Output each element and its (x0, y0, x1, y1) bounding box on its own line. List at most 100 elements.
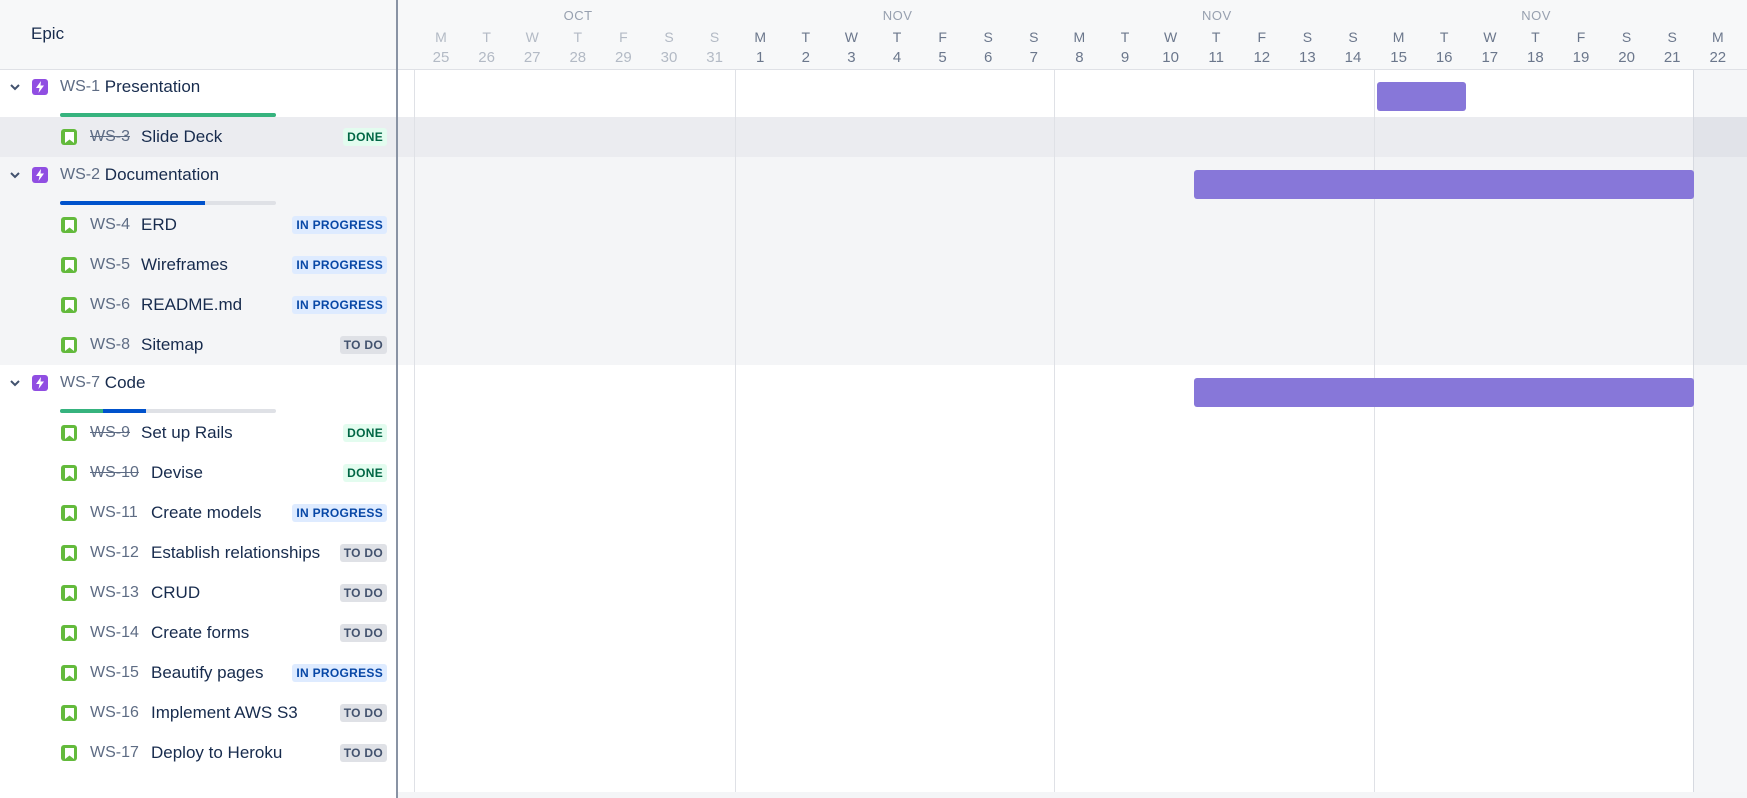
epic-lightning-icon (32, 167, 48, 183)
epic-row-ws-1[interactable]: WS-1 Presentation (0, 69, 396, 117)
issue-summary[interactable]: Beautify pages (151, 663, 263, 683)
story-bookmark-icon (61, 705, 77, 721)
epic-lightning-icon (32, 375, 48, 391)
issue-row-ws-15[interactable]: WS-15 Beautify pages IN PROGRESS (0, 653, 396, 693)
story-bookmark-icon (61, 545, 77, 561)
story-bookmark-icon (61, 257, 77, 273)
issue-row-ws-5[interactable]: WS-5 Wireframes IN PROGRESS (0, 245, 396, 285)
issue-key[interactable]: WS-6 (90, 296, 130, 314)
epic-key[interactable]: WS-1 (60, 78, 100, 96)
timeline-row-band (398, 573, 1747, 613)
day-number-label: 27 (523, 49, 541, 66)
issue-row-ws-14[interactable]: WS-14 Create forms TO DO (0, 613, 396, 653)
issue-summary[interactable]: README.md (141, 295, 242, 315)
day-of-week-label: M (435, 29, 447, 45)
status-lozenge[interactable]: TO DO (339, 744, 387, 762)
status-lozenge[interactable]: IN PROGRESS (292, 296, 387, 314)
status-lozenge[interactable]: IN PROGRESS (292, 216, 387, 234)
issue-key[interactable]: WS-16 (90, 704, 139, 722)
issue-key[interactable]: WS-17 (90, 744, 139, 762)
timeline-panel[interactable]: M 25 T 26 W 27 T 28 F 29 S 30 S 31 M 1 T 2 W 3 T 4 F 5 S 6 S 7 M 8 T 9 W… (398, 0, 1747, 798)
status-lozenge[interactable]: DONE (343, 424, 387, 442)
chevron-down-icon[interactable] (9, 157, 21, 193)
issue-key[interactable]: WS-8 (90, 336, 130, 354)
month-label: NOV (882, 8, 913, 23)
epic-key[interactable]: WS-7 (60, 374, 100, 392)
issue-key[interactable]: WS-14 (90, 624, 139, 642)
issue-key[interactable]: WS-11 (90, 504, 138, 522)
epic-row-ws-7[interactable]: WS-7 Code (0, 365, 396, 413)
chevron-down-icon[interactable] (9, 365, 21, 401)
issue-key[interactable]: WS-3 (90, 128, 130, 146)
epic-summary[interactable]: Presentation (105, 77, 200, 97)
issue-summary[interactable]: ERD (141, 215, 177, 235)
day-of-week-label: T (801, 29, 811, 45)
epic-column-header: Epic (0, 0, 396, 70)
issue-row-ws-10[interactable]: WS-10 Devise DONE (0, 453, 396, 493)
day-of-week-label: S (709, 29, 720, 45)
timeline-row-band (398, 693, 1747, 733)
status-lozenge[interactable]: TO DO (339, 336, 387, 354)
issue-row-ws-17[interactable]: WS-17 Deploy to Heroku TO DO (0, 733, 396, 773)
issue-summary[interactable]: Sitemap (141, 335, 203, 355)
day-number-label: 3 (847, 49, 856, 66)
issue-summary[interactable]: Establish relationships (151, 543, 320, 563)
status-lozenge[interactable]: TO DO (339, 624, 387, 642)
issue-row-ws-11[interactable]: WS-11 Create models IN PROGRESS (0, 493, 396, 533)
issue-key[interactable]: WS-13 (90, 584, 139, 602)
chevron-down-icon[interactable] (9, 69, 21, 105)
issue-key[interactable]: WS-12 (90, 544, 139, 562)
status-lozenge[interactable]: TO DO (339, 544, 387, 562)
status-lozenge[interactable]: IN PROGRESS (292, 664, 387, 682)
month-label: OCT (563, 8, 593, 23)
day-number-label: 2 (801, 49, 810, 66)
timeline-row-band (398, 613, 1747, 653)
day-of-week-label: W (1483, 29, 1497, 45)
issue-key[interactable]: WS-4 (90, 216, 130, 234)
issue-summary[interactable]: Wireframes (141, 255, 228, 275)
status-lozenge[interactable]: TO DO (339, 704, 387, 722)
status-lozenge[interactable]: IN PROGRESS (292, 256, 387, 274)
issue-row-ws-12[interactable]: WS-12 Establish relationships TO DO (0, 533, 396, 573)
issue-row-ws-4[interactable]: WS-4 ERD IN PROGRESS (0, 205, 396, 245)
epic-timeline-bar-ws-1[interactable] (1376, 82, 1466, 111)
timeline-row-band (398, 493, 1747, 533)
issue-summary[interactable]: Slide Deck (141, 127, 222, 147)
issue-summary[interactable]: Set up Rails (141, 423, 233, 443)
issue-summary[interactable]: CRUD (151, 583, 200, 603)
day-of-week-label: T (1211, 29, 1221, 45)
issue-row-ws-13[interactable]: WS-13 CRUD TO DO (0, 573, 396, 613)
epic-summary[interactable]: Code (105, 373, 146, 393)
day-number-label: 12 (1253, 49, 1271, 66)
day-number-label: 30 (660, 49, 678, 66)
epic-row-ws-2[interactable]: WS-2 Documentation (0, 157, 396, 205)
day-of-week-label: M (754, 29, 767, 45)
day-number-label: 31 (706, 49, 723, 66)
issue-summary[interactable]: Implement AWS S3 (151, 703, 298, 723)
status-lozenge[interactable]: IN PROGRESS (292, 504, 387, 522)
status-lozenge[interactable]: DONE (343, 464, 387, 482)
issue-key[interactable]: WS-9 (90, 424, 130, 442)
epic-key[interactable]: WS-2 (60, 166, 100, 184)
status-lozenge[interactable]: DONE (343, 128, 387, 146)
day-of-week-label: T (573, 29, 583, 45)
issue-row-ws-16[interactable]: WS-16 Implement AWS S3 TO DO (0, 693, 396, 733)
timeline-row-band (398, 653, 1747, 693)
issue-row-ws-8[interactable]: WS-8 Sitemap TO DO (0, 325, 396, 365)
issue-row-ws-3[interactable]: WS-3 Slide Deck DONE (0, 117, 396, 157)
story-bookmark-icon (61, 217, 77, 233)
status-lozenge[interactable]: TO DO (339, 584, 387, 602)
issue-summary[interactable]: Create models (151, 503, 262, 523)
day-number-label: 9 (1120, 49, 1130, 66)
issue-key[interactable]: WS-5 (90, 256, 130, 274)
issue-summary[interactable]: Devise (151, 463, 203, 483)
epic-timeline-bar-ws-2[interactable] (1194, 170, 1694, 199)
issue-key[interactable]: WS-15 (90, 664, 139, 682)
issue-summary[interactable]: Create forms (151, 623, 249, 643)
epic-timeline-bar-ws-7[interactable] (1194, 378, 1694, 407)
issue-row-ws-6[interactable]: WS-6 README.md IN PROGRESS (0, 285, 396, 325)
issue-key[interactable]: WS-10 (90, 464, 139, 482)
epic-summary[interactable]: Documentation (105, 165, 219, 185)
issue-row-ws-9[interactable]: WS-9 Set up Rails DONE (0, 413, 396, 453)
issue-summary[interactable]: Deploy to Heroku (151, 743, 282, 763)
